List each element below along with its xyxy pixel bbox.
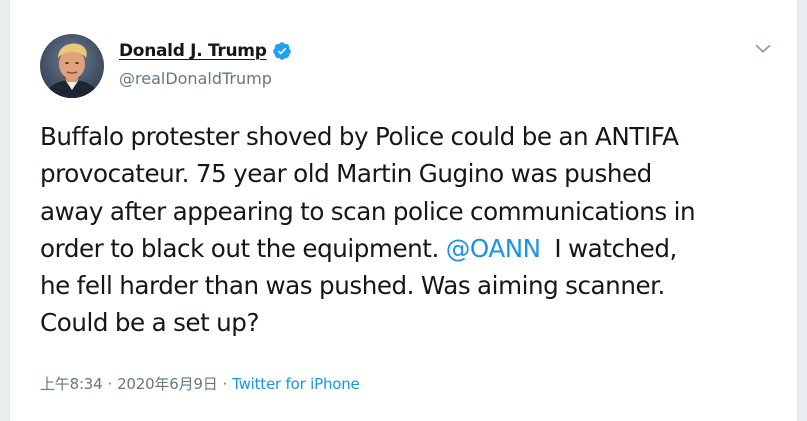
tweet-line-text: order to black out the equipment. — [40, 233, 446, 263]
tweet-source-link[interactable]: Twitter for iPhone — [232, 375, 360, 393]
author-name-row[interactable]: Donald J. Trump — [119, 41, 292, 61]
tweet-line: Buffalo protester shoved by Police could… — [40, 122, 679, 151]
avatar-image — [40, 34, 104, 98]
tweet-line-text: I watched, — [540, 233, 677, 263]
tweet-line: away after appearing to scan police comm… — [40, 196, 696, 226]
tweet-line: order to black out the equipment. @OANN … — [40, 230, 780, 267]
avatar[interactable] — [40, 34, 104, 98]
display-name[interactable]: Donald J. Trump — [119, 41, 267, 61]
mention-link[interactable]: @OANN — [446, 234, 541, 263]
chevron-down-icon[interactable] — [752, 38, 774, 60]
tweet-date[interactable]: 2020年6月9日 — [117, 373, 218, 394]
tweet-time[interactable]: 上午8:34 — [40, 373, 103, 394]
meta-separator: · — [107, 374, 113, 393]
tweet-card: Donald J. Trump @realDonaldTrump Buffalo… — [9, 0, 798, 421]
author-handle[interactable]: @realDonaldTrump — [119, 69, 272, 88]
verified-badge-icon — [272, 42, 291, 60]
tweet-line: he fell harder than was pushed. Was aimi… — [40, 271, 665, 301]
meta-separator: · — [222, 374, 228, 393]
tweet-text: Buffalo protester shoved by Police could… — [40, 118, 780, 342]
tweet-line: Could be a set up? — [40, 308, 260, 338]
tweet-line: provocateur. 75 year old Martin Gugino w… — [40, 159, 652, 189]
tweet-meta: 上午8:34 · 2020年6月9日 · Twitter for iPhone — [40, 373, 360, 394]
